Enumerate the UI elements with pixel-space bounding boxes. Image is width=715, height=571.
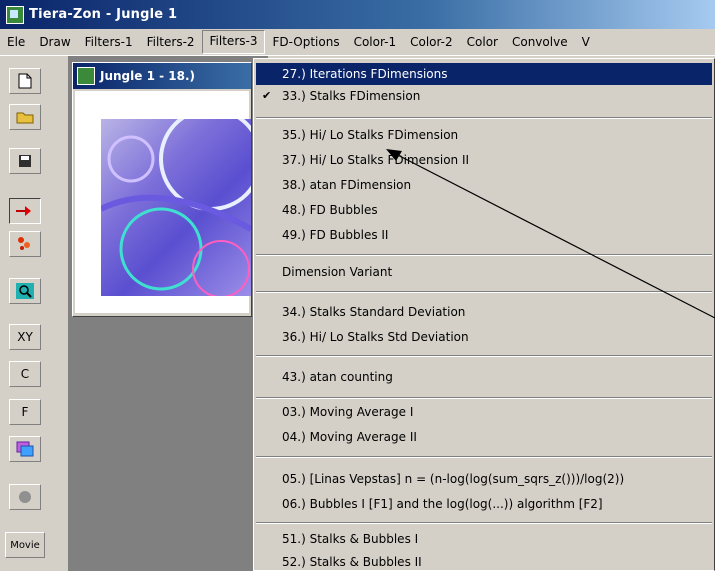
menu-item-48[interactable]: 48.) FD Bubbles bbox=[256, 199, 712, 221]
menu-item-43-label: 43.) atan counting bbox=[282, 370, 393, 384]
menu-file[interactable]: Ele bbox=[0, 31, 32, 53]
menu-item-38-label: 38.) atan FDimension bbox=[282, 178, 412, 192]
open-button[interactable] bbox=[9, 104, 41, 130]
f-label: F bbox=[21, 405, 29, 419]
menu-item-51[interactable]: 51.) Stalks & Bubbles I bbox=[256, 528, 712, 550]
menu-bar: Ele Draw Filters-1 Filters-2 Filters-3 F… bbox=[0, 29, 715, 56]
menu-item-36-label: 36.) Hi/ Lo Stalks Std Deviation bbox=[282, 330, 469, 344]
red-arrow-tool-button[interactable] bbox=[9, 198, 41, 224]
menu-color[interactable]: Color bbox=[460, 31, 505, 53]
checkmark-icon: ✔ bbox=[262, 89, 272, 102]
red-arrow-icon bbox=[16, 206, 31, 216]
menu-separator bbox=[256, 254, 712, 256]
menu-item-43[interactable]: 43.) atan counting bbox=[256, 366, 712, 388]
menu-convolve[interactable]: Convolve bbox=[505, 31, 575, 53]
c-label: C bbox=[20, 367, 30, 381]
menu-item-05[interactable]: 05.) [Linas Vepstas] n = (n-log(log(sum_… bbox=[256, 468, 712, 490]
menu-separator bbox=[256, 397, 712, 399]
menu-filters-3[interactable]: Filters-3 bbox=[201, 30, 266, 54]
menu-item-36[interactable]: 36.) Hi/ Lo Stalks Std Deviation bbox=[256, 326, 712, 348]
menu-filters-1[interactable]: Filters-1 bbox=[78, 31, 140, 53]
menu-item-37[interactable]: 37.) Hi/ Lo Stalks FDimension II bbox=[256, 149, 712, 171]
menu-separator bbox=[256, 456, 712, 458]
menu-item-52-label: 52.) Stalks & Bubbles II bbox=[282, 555, 422, 569]
title-bar[interactable]: Tiera-Zon - Jungle 1 bbox=[0, 0, 715, 29]
scatter-tool-button[interactable] bbox=[9, 231, 41, 257]
c-button[interactable]: C bbox=[9, 361, 41, 387]
menu-item-34-label: 34.) Stalks Standard Deviation bbox=[282, 305, 466, 319]
child-window-title: Jungle 1 - 18.) bbox=[100, 69, 195, 83]
menu-filters-2[interactable]: Filters-2 bbox=[140, 31, 202, 53]
menu-fd-options[interactable]: FD-Options bbox=[265, 31, 346, 53]
floppy-disk-icon bbox=[19, 155, 31, 167]
menu-separator bbox=[256, 355, 712, 357]
menu-item-06-label: 06.) Bubbles I [F1] and the log(log(...)… bbox=[282, 497, 603, 511]
menu-item-dimension-variant[interactable]: Dimension Variant bbox=[256, 261, 712, 283]
child-window-icon[interactable] bbox=[77, 67, 95, 85]
menu-separator bbox=[256, 117, 712, 119]
fractal-pattern bbox=[101, 119, 251, 296]
fractal-image[interactable] bbox=[101, 119, 251, 296]
menu-item-34[interactable]: 34.) Stalks Standard Deviation bbox=[256, 301, 712, 323]
menu-item-49-label: 49.) FD Bubbles II bbox=[282, 228, 389, 242]
menu-separator bbox=[256, 291, 712, 293]
menu-item-52[interactable]: 52.) Stalks & Bubbles II bbox=[256, 551, 712, 570]
child-window[interactable]: Jungle 1 - 18.) bbox=[72, 62, 252, 317]
xy-label: XY bbox=[17, 330, 33, 344]
menu-separator bbox=[256, 522, 712, 524]
menu-item-04-label: 04.) Moving Average II bbox=[282, 430, 417, 444]
folder-icon bbox=[16, 112, 34, 124]
zoom-button[interactable] bbox=[9, 278, 41, 304]
menu-item-06[interactable]: 06.) Bubbles I [F1] and the log(log(...)… bbox=[256, 493, 712, 515]
menu-item-48-label: 48.) FD Bubbles bbox=[282, 203, 378, 217]
magnifier-icon bbox=[16, 283, 34, 299]
f-button[interactable]: F bbox=[9, 399, 41, 425]
menu-color-1[interactable]: Color-1 bbox=[347, 31, 404, 53]
window-title: Tiera-Zon - Jungle 1 bbox=[29, 7, 178, 22]
menu-item-27[interactable]: 27.) Iterations FDimensions bbox=[256, 63, 712, 85]
menu-item-04[interactable]: 04.) Moving Average II bbox=[256, 426, 712, 448]
menu-color-2[interactable]: Color-2 bbox=[403, 31, 460, 53]
menu-item-49[interactable]: 49.) FD Bubbles II bbox=[256, 224, 712, 246]
menu-item-dimension-variant-label: Dimension Variant bbox=[282, 265, 393, 279]
app-icon[interactable] bbox=[6, 5, 24, 24]
new-document-button[interactable] bbox=[9, 68, 41, 94]
menu-item-33[interactable]: ✔ 33.) Stalks FDimension bbox=[256, 85, 712, 107]
menu-item-35-label: 35.) Hi/ Lo Stalks FDimension bbox=[282, 128, 459, 142]
menu-draw[interactable]: Draw bbox=[32, 31, 77, 53]
movie-label: Movie bbox=[10, 539, 40, 551]
menu-item-03[interactable]: 03.) Moving Average I bbox=[256, 401, 712, 423]
menu-item-27-label: 27.) Iterations FDimensions bbox=[282, 67, 448, 81]
menu-item-03-label: 03.) Moving Average I bbox=[282, 405, 414, 419]
save-button[interactable] bbox=[9, 148, 41, 174]
menu-item-33-label: 33.) Stalks FDimension bbox=[282, 89, 421, 103]
menu-item-35[interactable]: 35.) Hi/ Lo Stalks FDimension bbox=[256, 124, 712, 146]
gray-circle-icon bbox=[19, 491, 31, 503]
xy-button[interactable]: XY bbox=[9, 324, 41, 350]
scatter-icon bbox=[18, 237, 30, 250]
layers-icon bbox=[16, 441, 34, 457]
circle-tool-button[interactable] bbox=[9, 484, 41, 510]
menu-item-38[interactable]: 38.) atan FDimension bbox=[256, 174, 712, 196]
new-document-icon bbox=[18, 73, 32, 89]
menu-item-51-label: 51.) Stalks & Bubbles I bbox=[282, 532, 419, 546]
menu-item-05-label: 05.) [Linas Vepstas] n = (n-log(log(sum_… bbox=[282, 472, 625, 486]
child-title-bar[interactable]: Jungle 1 - 18.) bbox=[73, 63, 251, 89]
movie-button[interactable]: Movie bbox=[5, 532, 45, 558]
filters3-dropdown-menu: 27.) Iterations FDimensions ✔ 33.) Stalks… bbox=[253, 58, 715, 571]
menu-v[interactable]: V bbox=[575, 31, 597, 53]
layers-button[interactable] bbox=[9, 436, 41, 462]
left-toolbar: XY C F Movie bbox=[0, 56, 66, 571]
menu-item-37-label: 37.) Hi/ Lo Stalks FDimension II bbox=[282, 153, 470, 167]
